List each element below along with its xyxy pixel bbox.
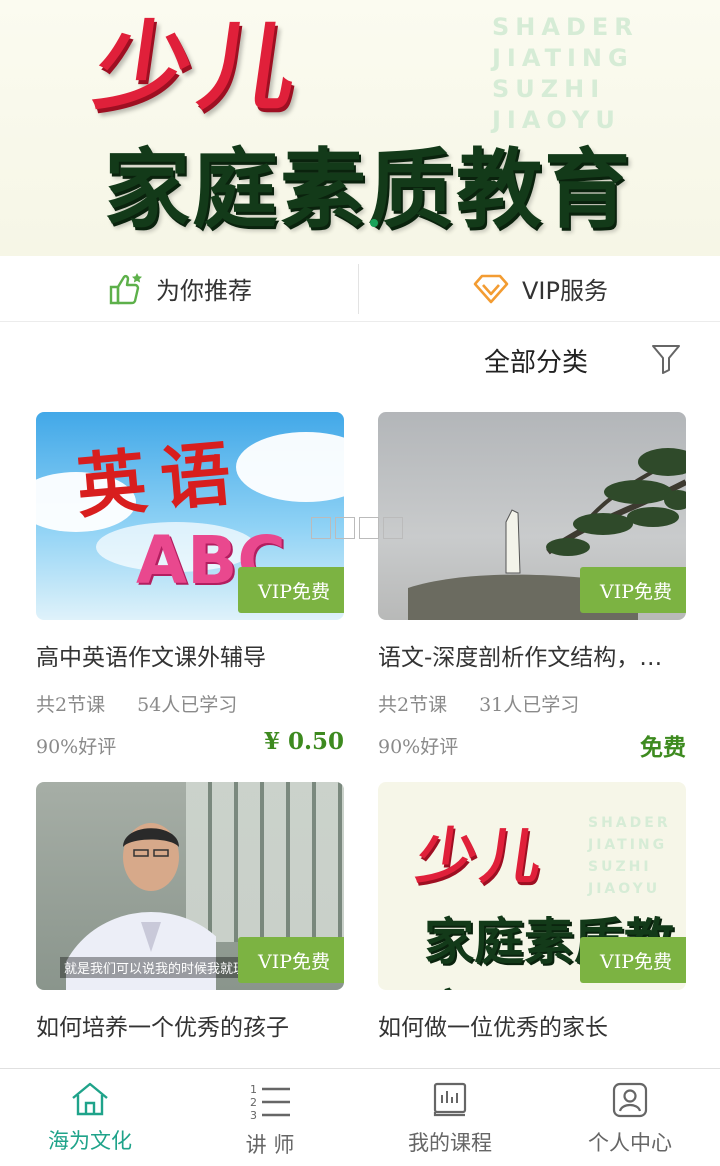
nav-home-label: 海为文化 — [48, 1129, 132, 1153]
lesson-count: 共2节课 — [36, 694, 106, 716]
book-icon — [433, 1082, 467, 1117]
course-price: 免费 — [640, 734, 686, 761]
course-rating: 90%好评 — [378, 736, 459, 758]
course-thumbnail[interactable]: SHADER JIATING SUZHI JIAOYU 少儿 家庭素质教育 VI… — [378, 782, 686, 990]
feature-tabs: 为你推荐 VIP服务 — [0, 256, 720, 322]
course-card[interactable]: 英语 ABC VIP免费 高中英语作文课外辅导 共2节课 54人已学习 90%好… — [36, 412, 344, 758]
vip-free-badge: VIP免费 — [238, 937, 344, 983]
nav-teachers[interactable]: 1 2 3 讲 师 — [180, 1069, 360, 1166]
banner-pinyin: SHADER JIATING SUZHI JIAOYU — [492, 13, 639, 134]
course-card[interactable]: 就是我们可以说我的时候我就理解 VIP免费 如何培养一个优秀的孩子 — [36, 782, 344, 1041]
nav-my-courses-label: 我的课程 — [408, 1131, 492, 1155]
nav-profile-label: 个人中心 — [588, 1131, 672, 1155]
tab-vip-label: VIP服务 — [522, 277, 608, 305]
thumbs-up-icon — [109, 272, 142, 304]
filter-funnel-icon[interactable] — [651, 343, 681, 375]
lesson-count: 共2节课 — [378, 694, 448, 716]
nav-profile[interactable]: 个人中心 — [540, 1069, 720, 1166]
vip-free-badge: VIP免费 — [580, 567, 686, 613]
thumbnail-title: 少儿 — [412, 822, 551, 892]
user-icon — [612, 1082, 648, 1118]
video-subtitle: 就是我们可以说我的时候我就理解 — [60, 957, 264, 978]
filter-bar: 全部分类 — [0, 330, 720, 390]
course-meta: 共2节课 54人已学习 — [36, 690, 237, 717]
diamond-icon — [473, 274, 509, 303]
course-thumbnail[interactable]: VIP免费 — [378, 412, 686, 620]
course-thumbnail[interactable]: 就是我们可以说我的时候我就理解 VIP免费 — [36, 782, 344, 990]
vip-free-badge: VIP免费 — [580, 937, 686, 983]
course-meta: 共2节课 31人已学习 — [378, 690, 579, 717]
course-title[interactable]: 语文-深度剖析作文结构，… — [378, 638, 686, 672]
bottom-navigation: 海为文化 1 2 3 讲 师 我的课程 个人中心 — [0, 1068, 720, 1166]
svg-text:1: 1 — [250, 1083, 257, 1096]
all-categories-button[interactable]: 全部分类 — [484, 342, 588, 379]
hero-banner[interactable]: SHADER JIATING SUZHI JIAOYU 少儿 家庭素质教育 — [0, 0, 720, 256]
course-price: ¥ 0.50 — [263, 728, 344, 755]
tab-vip-service[interactable]: VIP服务 — [360, 256, 720, 321]
thumbnail-pinyin: SHADER JIATING SUZHI JIAOYU — [588, 815, 671, 897]
svg-text:3: 3 — [250, 1109, 257, 1121]
list-icon: 1 2 3 — [250, 1083, 290, 1121]
course-title[interactable]: 如何培养一个优秀的孩子 — [36, 1008, 344, 1042]
tab-recommend[interactable]: 为你推荐 — [0, 256, 360, 321]
nav-my-courses[interactable]: 我的课程 — [360, 1069, 540, 1166]
thumbnail-title: 英语 — [73, 430, 248, 529]
tab-recommend-label: 为你推荐 — [156, 277, 252, 305]
course-rating: 90%好评 — [36, 736, 117, 758]
banner-headline-main: 家庭素质教育 — [104, 140, 632, 240]
svg-text:2: 2 — [250, 1096, 257, 1109]
course-thumbnail[interactable]: 英语 ABC VIP免费 — [36, 412, 344, 620]
course-title[interactable]: 高中英语作文课外辅导 — [36, 638, 344, 672]
banner-headline-top: 少儿 — [88, 11, 312, 123]
learner-count: 31人已学习 — [479, 694, 580, 716]
course-title[interactable]: 如何做一位优秀的家长 — [378, 1008, 686, 1042]
nav-home[interactable]: 海为文化 — [0, 1069, 180, 1166]
learner-count: 54人已学习 — [137, 694, 238, 716]
banner-carousel-dot — [370, 219, 378, 227]
loading-placeholder — [311, 517, 403, 539]
nav-teachers-label: 讲 师 — [245, 1133, 295, 1157]
tab-divider — [358, 264, 359, 314]
course-card[interactable]: SHADER JIATING SUZHI JIAOYU 少儿 家庭素质教育 VI… — [378, 782, 686, 1041]
home-icon — [72, 1082, 108, 1116]
vip-free-badge: VIP免费 — [238, 567, 344, 613]
course-card[interactable]: VIP免费 语文-深度剖析作文结构，… 共2节课 31人已学习 90%好评 免费 — [378, 412, 686, 761]
